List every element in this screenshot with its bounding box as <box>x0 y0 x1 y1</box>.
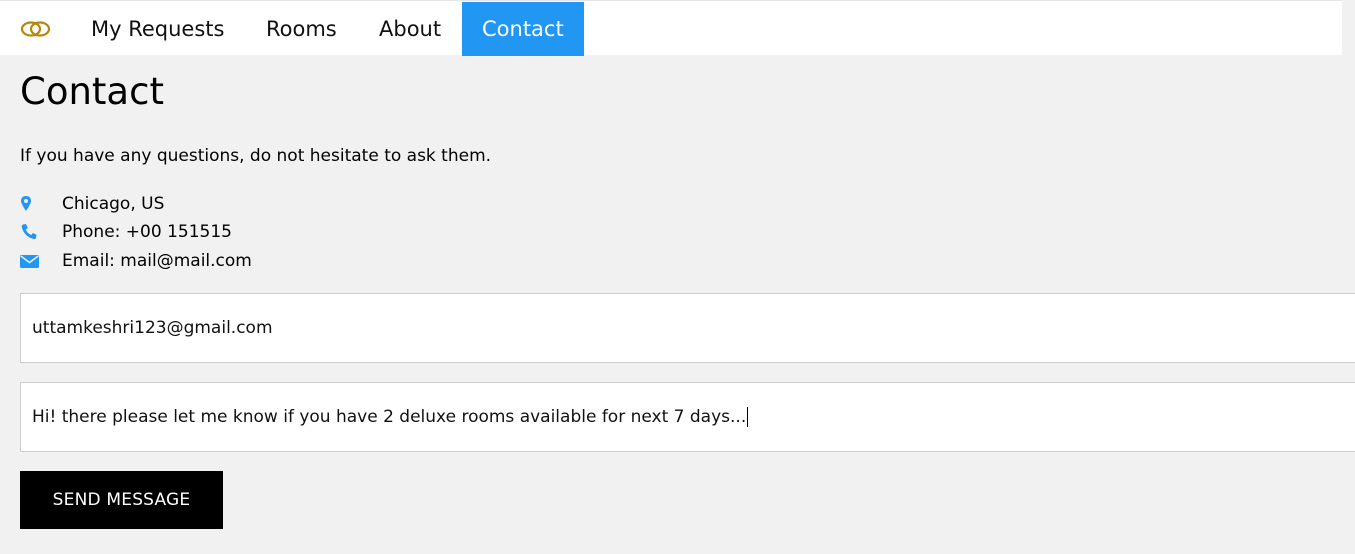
message-field[interactable]: Hi! there please let me know if you have… <box>20 382 1355 452</box>
page: My Requests Rooms About Contact Contact … <box>0 0 1355 554</box>
send-message-button[interactable]: SEND MESSAGE <box>20 471 223 529</box>
location-text: Chicago, US <box>62 194 165 214</box>
nav-contact[interactable]: Contact <box>462 2 584 56</box>
message-text: Hi! there please let me know if you have… <box>32 407 747 427</box>
email-field[interactable]: uttamkeshri123@gmail.com <box>20 293 1355 363</box>
top-navigation-bar: My Requests Rooms About Contact <box>0 0 1342 56</box>
email-text: Email: mail@mail.com <box>62 251 252 271</box>
interlocking-rings-icon[interactable] <box>20 20 52 38</box>
intro-text: If you have any questions, do not hesita… <box>20 146 492 166</box>
page-title: Contact <box>20 70 164 113</box>
email-field-value: uttamkeshri123@gmail.com <box>32 318 273 338</box>
nav-about[interactable]: About <box>359 2 461 56</box>
phone-text: Phone: +00 151515 <box>62 222 232 242</box>
envelope-icon <box>20 252 40 270</box>
nav-my-requests[interactable]: My Requests <box>71 2 244 56</box>
scrollbar-gutter <box>1342 0 1355 55</box>
nav-rooms[interactable]: Rooms <box>246 2 357 56</box>
message-field-value: Hi! there please let me know if you have… <box>32 383 749 451</box>
map-marker-icon <box>20 195 40 213</box>
text-caret <box>747 407 749 427</box>
phone-icon <box>20 223 40 241</box>
